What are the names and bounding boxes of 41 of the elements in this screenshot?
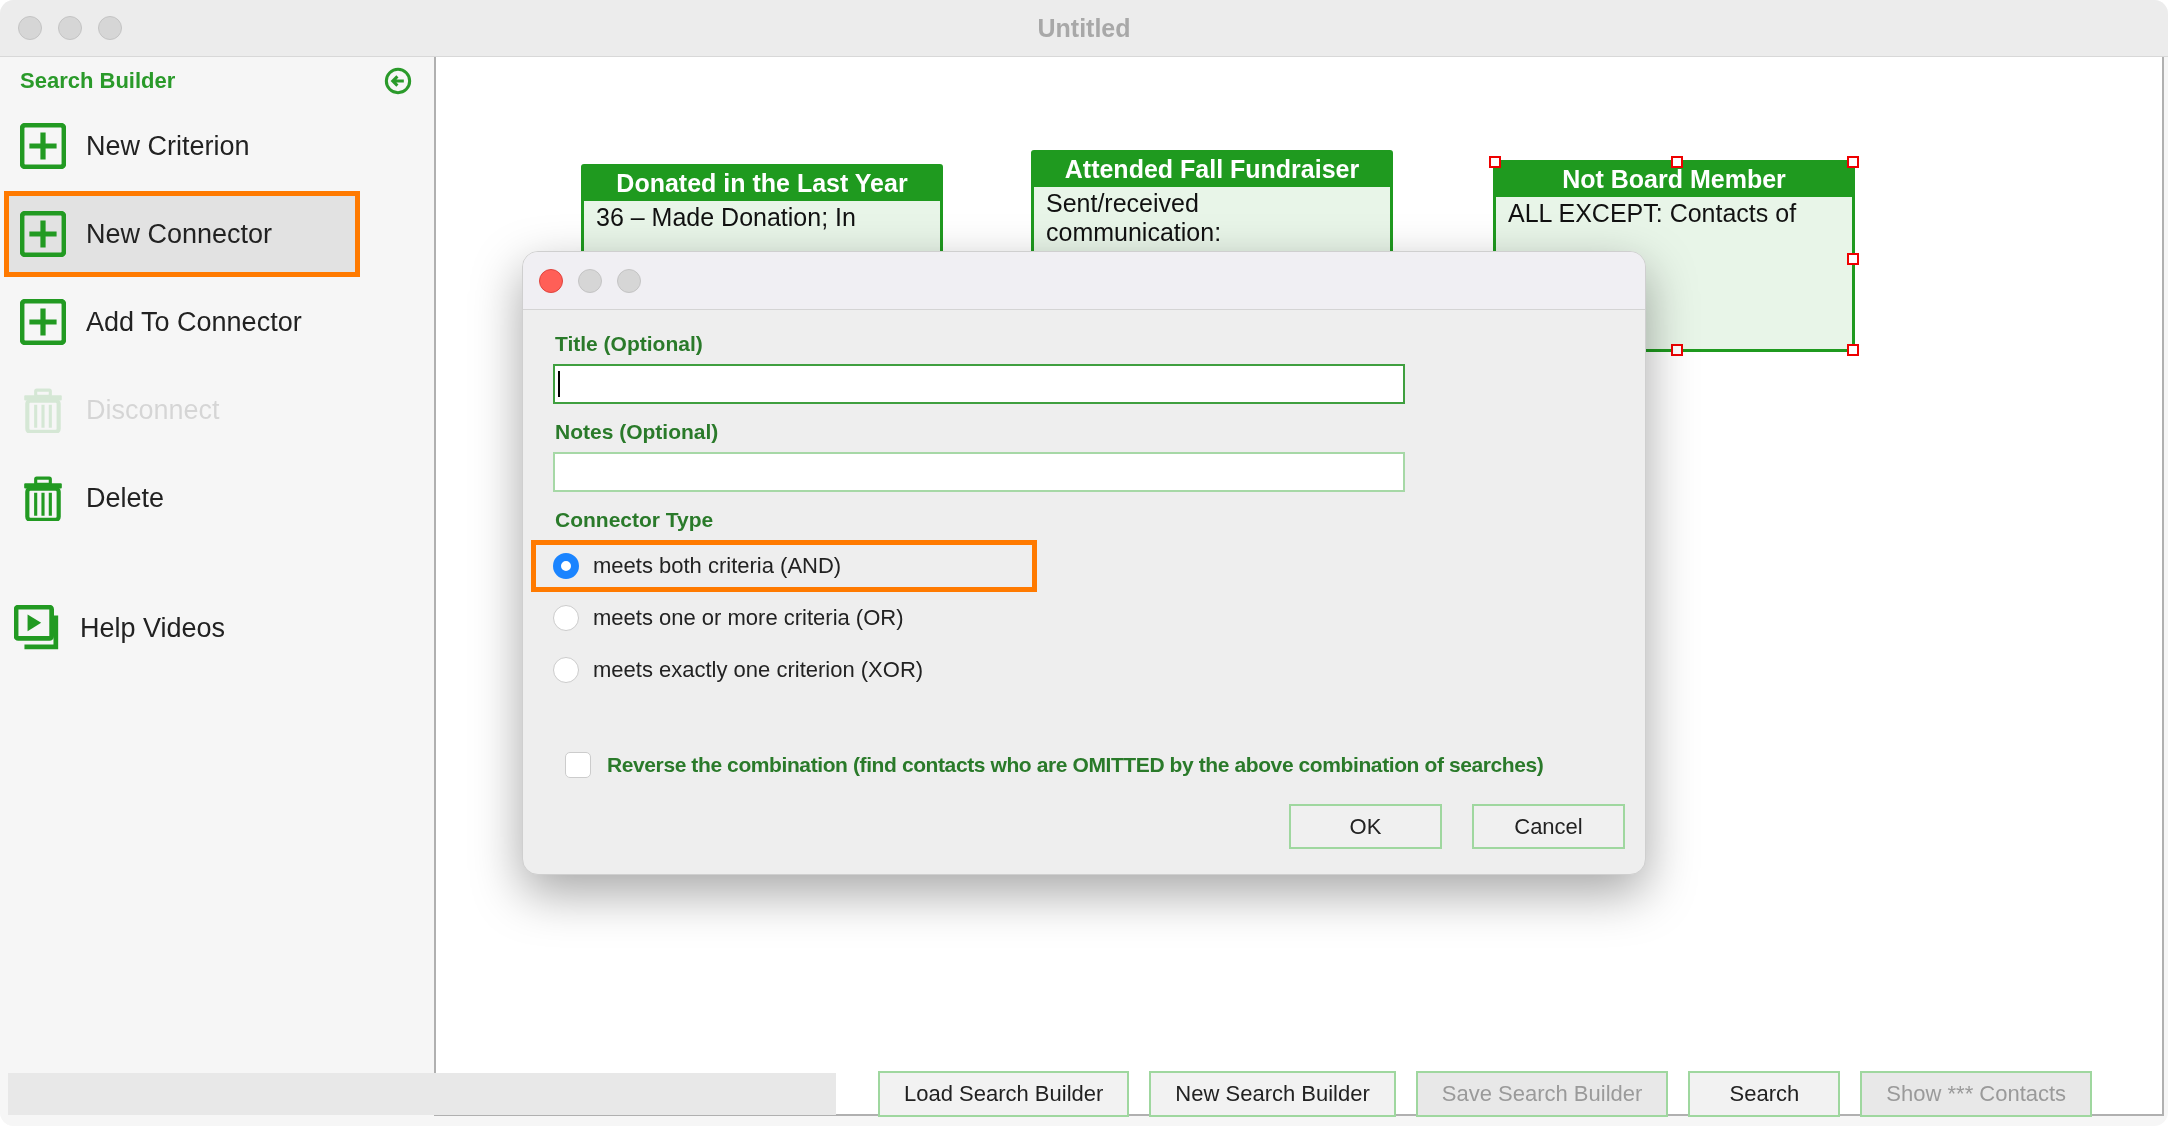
sidebar-item[interactable]: Help Videos bbox=[8, 585, 354, 671]
radio-button[interactable] bbox=[553, 605, 579, 631]
sidebar-item[interactable]: New Criterion bbox=[8, 103, 360, 189]
resize-handle[interactable] bbox=[1671, 344, 1683, 356]
radio-option[interactable]: meets exactly one criterion (XOR) bbox=[531, 644, 1037, 696]
resize-handle[interactable] bbox=[1847, 156, 1859, 168]
text-cursor bbox=[558, 371, 560, 397]
toolbar-button[interactable]: New Search Builder bbox=[1149, 1071, 1396, 1117]
dialog-button[interactable]: OK bbox=[1289, 804, 1442, 849]
text-field[interactable] bbox=[553, 364, 1405, 404]
radio-button[interactable] bbox=[553, 553, 579, 579]
toolbar-button[interactable]: Load Search Builder bbox=[878, 1071, 1130, 1117]
sidebar-item[interactable]: Delete bbox=[8, 455, 360, 541]
radio-option[interactable]: meets both criteria (AND) bbox=[531, 540, 1037, 592]
field-label: Title (Optional) bbox=[555, 332, 704, 356]
card-text: 36 – Made Donation; In bbox=[596, 203, 857, 232]
resize-handle[interactable] bbox=[1489, 156, 1501, 168]
card-text: ALL EXCEPT: Contacts of bbox=[1508, 199, 1798, 228]
toolbar-button[interactable]: Search bbox=[1688, 1071, 1841, 1117]
text-field[interactable] bbox=[553, 452, 1405, 492]
video-icon bbox=[14, 605, 60, 651]
field-label: Notes (Optional) bbox=[555, 420, 720, 444]
window-title: Untitled bbox=[1037, 13, 1131, 43]
card-title: Attended Fall Fundraiser bbox=[1034, 153, 1390, 187]
resize-handle[interactable] bbox=[1847, 253, 1859, 265]
dialog-button[interactable]: Cancel bbox=[1472, 804, 1625, 849]
close-button[interactable] bbox=[539, 268, 563, 293]
card-title: Not Board Member bbox=[1496, 163, 1852, 197]
resize-handle[interactable] bbox=[1847, 344, 1859, 356]
radio-option[interactable]: meets one or more criteria (OR) bbox=[531, 592, 1037, 644]
sidebar-item[interactable]: Add To Connector bbox=[8, 279, 360, 365]
group-label: Connector Type bbox=[555, 508, 715, 532]
resize-handle[interactable] bbox=[1671, 156, 1683, 168]
checkbox[interactable] bbox=[565, 752, 591, 778]
radio-button[interactable] bbox=[553, 657, 579, 683]
card-text: Sent/received bbox=[1046, 189, 1200, 218]
back-icon bbox=[384, 67, 412, 95]
checkbox-label: Reverse the combination (find contacts who are OMITTED by the above combination of searches) bbox=[607, 753, 1544, 777]
card-text: communication: bbox=[1046, 218, 1223, 247]
card-title: Donated in the Last Year bbox=[584, 167, 940, 201]
sidebar-title: Search Builder bbox=[20, 68, 176, 94]
